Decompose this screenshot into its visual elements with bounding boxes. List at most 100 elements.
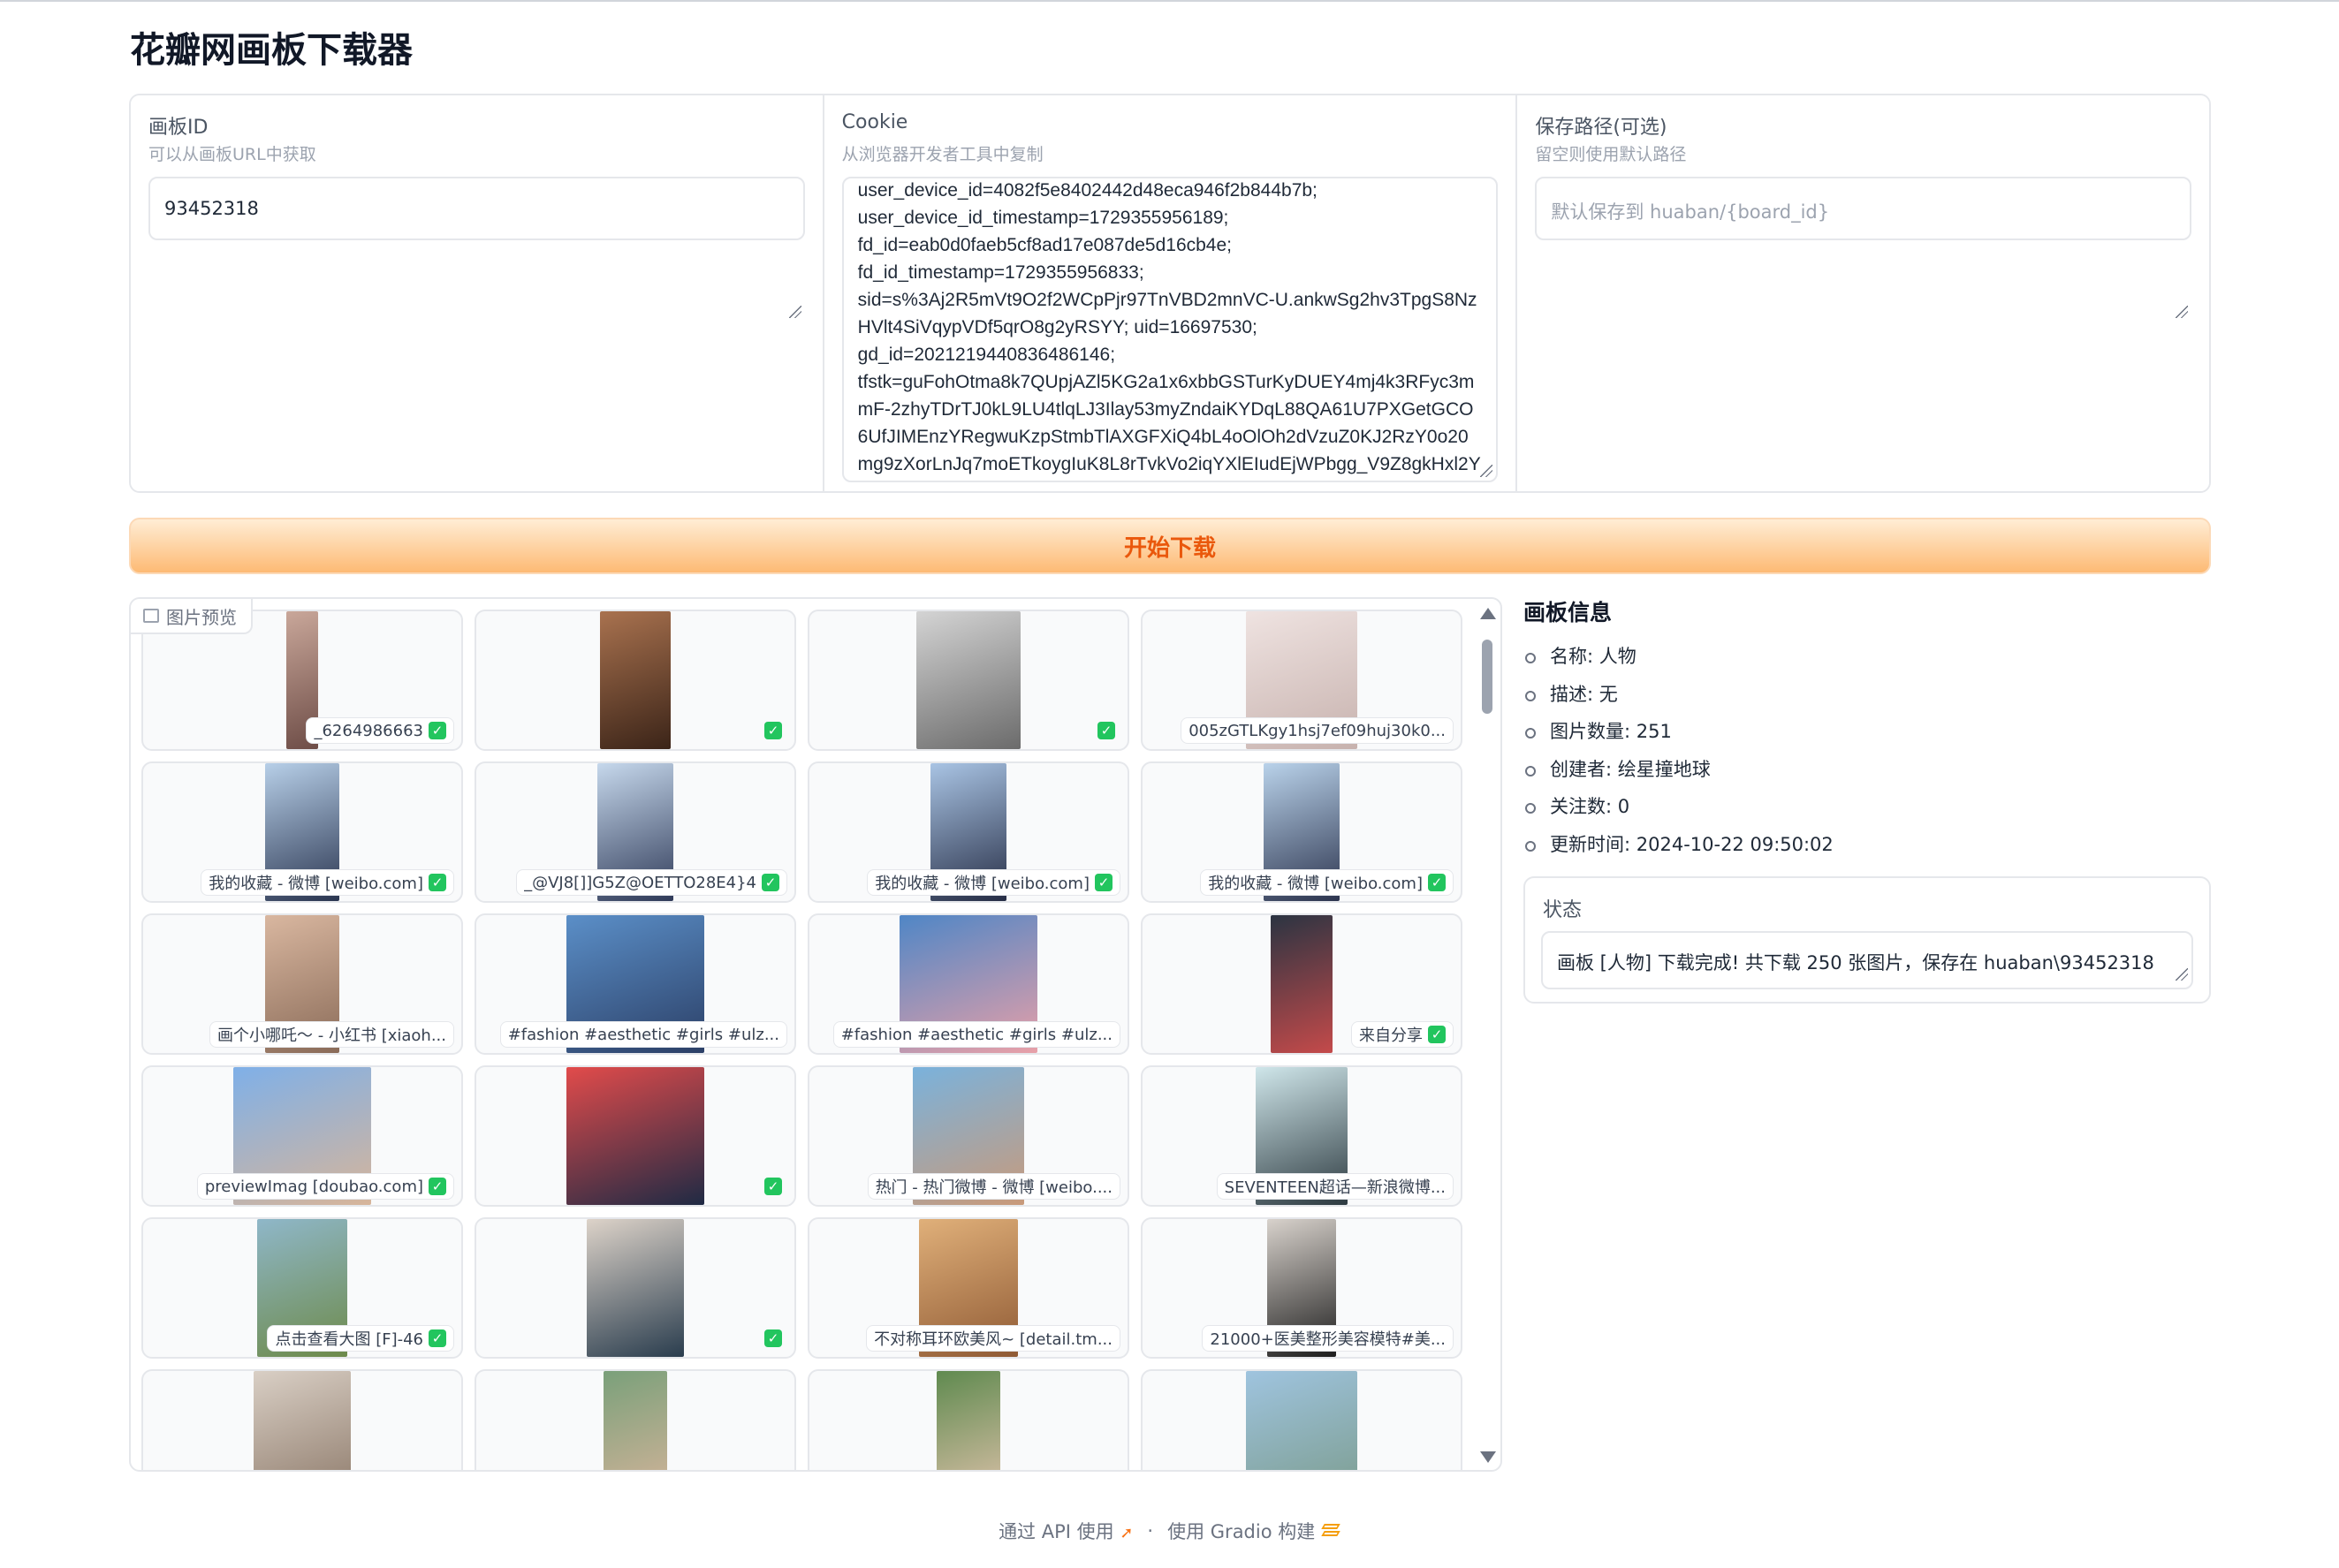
gallery-tile[interactable]: 点击查看大图 [F]-46 ✓ [141,1217,463,1359]
gallery-thumbnail [916,611,1021,749]
info-item-name: 名称: 人物 [1525,638,2209,676]
gallery-tile[interactable]: ✓ [808,610,1129,751]
gallery-tile[interactable]: 不对称耳环欧美风~ [detail.tm... [808,1217,1129,1359]
gradio-link[interactable]: 使用 Gradio 构建 [1167,1518,1340,1544]
checkmark-icon: ✓ [429,1178,446,1195]
gallery-caption-text: previewImag [doubao.com] [204,1177,423,1196]
gallery-tile[interactable]: #fashion #aesthetic #girls #ulz... [475,913,796,1055]
gallery-caption-text: 画个小哪吒～ - 小红书 [xiaoh... [217,1026,446,1045]
status-textbox[interactable]: 画板 [人物] 下载完成! 共下载 250 张图片，保存在 huaban\934… [1541,931,2193,989]
board-id-info: 可以从画板URL中获取 [148,145,316,164]
gallery-tile[interactable] [1141,1369,1462,1470]
gallery-tile[interactable] [475,1369,796,1470]
cookie-info: 从浏览器开发者工具中复制 [841,145,1044,164]
api-link[interactable]: 通过 API 使用 ➚ [999,1518,1133,1544]
gallery-caption-text: 来自分享 [1359,1026,1423,1045]
save-path-resize-handle[interactable] [2176,306,2189,318]
input-row: 画板ID 可以从画板URL中获取 93452318 Cookie 从浏览器开发者… [129,94,2211,493]
gallery-caption: 来自分享 ✓ [1351,1021,1454,1048]
gallery-thumbnail [1246,1371,1357,1470]
cookie-resize-handle[interactable] [1480,465,1493,477]
gallery-scrollbar[interactable] [1477,604,1497,1466]
gallery-tile[interactable]: SEVENTEEN超话—新浪微博... [1141,1065,1462,1207]
image-icon [143,609,159,623]
checkmark-icon: ✓ [764,722,782,739]
board-info-list: 名称: 人物 描述: 无 图片数量: 251 创建者: 绘星撞地球 关注数: 0… [1523,638,2209,863]
save-path-field: 保存路径(可选) 留空则使用默认路径 默认保存到 huaban/{board_i… [1517,95,2209,491]
gallery-caption-text: 我的收藏 - 微博 [weibo.com] [209,875,423,893]
gallery-tile[interactable]: ✓ [475,1217,796,1359]
gallery-caption: 21000+医美整形美容模特#美... [1202,1325,1454,1352]
gallery-caption-text: 不对称耳环欧美风~ [detail.tm... [874,1330,1113,1349]
info-item-description: 描述: 无 [1525,676,2209,714]
gallery-tile[interactable]: ✓ [475,610,796,751]
gallery-caption-text: 21000+医美整形美容模特#美... [1210,1330,1446,1349]
gallery-caption-text: SEVENTEEN超话—新浪微博... [1224,1178,1446,1197]
gallery-tile[interactable]: #fashion #aesthetic #girls #ulz... [808,913,1129,1055]
image-gallery: 图片预览 _6264986663 ✓ ✓ ✓ 005zGTLKgy1hsj7ef09hu… [129,597,1502,1472]
gallery-grid: _6264986663 ✓ ✓ ✓ 005zGTLKgy1hsj7ef09huj30k0… [141,610,1467,1470]
checkmark-icon: ✓ [429,1329,446,1347]
board-id-input[interactable]: 93452318 [148,177,805,240]
gallery-tile[interactable]: 热门 - 热门微博 - 微博 [weibo.... [808,1065,1129,1207]
gallery-label-text: 图片预览 [166,606,237,628]
cookie-textarea[interactable]: user_device_id=4082f5e8402442d48eca946f2… [841,177,1499,482]
gallery-thumbnail [254,1371,351,1470]
gallery-caption: 热门 - 热门微博 - 微博 [weibo.... [867,1173,1120,1200]
gallery-caption: 不对称耳环欧美风~ [detail.tm... [866,1325,1120,1352]
gallery-label: 图片预览 [131,599,253,634]
gallery-caption: #fashion #aesthetic #girls #ulz... [499,1021,787,1048]
gallery-tile[interactable]: 画个小哪吒～ - 小红书 [xiaoh... [141,913,463,1055]
rocket-icon: ➚ [1120,1524,1134,1542]
gallery-tile[interactable]: 我的收藏 - 微博 [weibo.com] ✓ [141,761,463,903]
gradio-link-text: 使用 Gradio 构建 [1167,1521,1316,1542]
save-path-info: 留空则使用默认路径 [1535,145,1687,164]
gallery-caption: 我的收藏 - 微博 [weibo.com] ✓ [867,869,1120,896]
gallery-thumbnail [1271,915,1333,1053]
info-item-image-count: 图片数量: 251 [1525,713,2209,751]
status-resize-handle[interactable] [2176,968,2188,981]
gallery-caption-text: #fashion #aesthetic #girls #ulz... [840,1025,1113,1044]
gallery-thumbnail [566,1067,704,1205]
gallery-tile[interactable]: ✓ [475,1065,796,1207]
gallery-caption: SEVENTEEN超话—新浪微博... [1216,1173,1454,1200]
gallery-caption: _6264986663 ✓ [306,717,454,744]
start-download-button[interactable]: 开始下载 [129,518,2211,574]
status-panel: 状态 画板 [人物] 下载完成! 共下载 250 张图片，保存在 huaban\… [1523,876,2211,1004]
scroll-down-arrow-icon[interactable] [1480,1451,1496,1463]
gallery-tile[interactable]: previewImag [doubao.com] ✓ [141,1065,463,1207]
board-id-field: 画板ID 可以从画板URL中获取 93452318 [131,95,824,491]
gallery-caption: _@VJ8[]]G5Z@OETTO28E4}4 ✓ [516,869,787,896]
gallery-caption: ✓ [759,1173,787,1200]
gallery-tile[interactable] [808,1369,1129,1470]
gallery-tile[interactable]: _@VJ8[]]G5Z@OETTO28E4}4 ✓ [475,761,796,903]
gallery-tile[interactable]: 我的收藏 - 微博 [weibo.com] ✓ [808,761,1129,903]
gallery-tile[interactable] [141,1369,463,1470]
gallery-caption: #fashion #aesthetic #girls #ulz... [832,1021,1120,1048]
gallery-caption-text: 热门 - 热门微博 - 微博 [weibo.... [875,1178,1113,1197]
gallery-caption: 005zGTLKgy1hsj7ef09huj30k0... [1181,717,1454,744]
gallery-tile[interactable]: 我的收藏 - 微博 [weibo.com] ✓ [1141,761,1462,903]
gallery-caption: ✓ [759,1325,787,1352]
scroll-up-arrow-icon[interactable] [1480,608,1496,619]
info-item-creator: 创建者: 绘星撞地球 [1525,751,2209,789]
gallery-caption: 画个小哪吒～ - 小红书 [xiaoh... [209,1021,454,1048]
save-path-label: 保存路径(可选) [1535,117,1667,139]
gallery-caption: ✓ [759,717,787,744]
checkmark-icon: ✓ [1095,874,1113,891]
gallery-caption-text: 点击查看大图 [F]-46 [275,1330,423,1349]
board-id-resize-handle[interactable] [788,306,801,318]
scrollbar-thumb[interactable] [1482,640,1492,714]
info-item-updated: 更新时间: 2024-10-22 09:50:02 [1525,826,2209,864]
gallery-thumbnail [937,1371,1000,1470]
board-info-panel: 画板信息 名称: 人物 描述: 无 图片数量: 251 创建者: 绘星撞地球 关… [1523,594,2209,863]
checkmark-icon: ✓ [1097,722,1115,739]
save-path-input[interactable]: 默认保存到 huaban/{board_id} [1535,177,2192,240]
gallery-tile[interactable]: 21000+医美整形美容模特#美... [1141,1217,1462,1359]
gallery-tile[interactable]: 005zGTLKgy1hsj7ef09huj30k0... [1141,610,1462,751]
checkmark-icon: ✓ [764,1178,782,1195]
checkmark-icon: ✓ [1428,1026,1446,1043]
gallery-tile[interactable]: 来自分享 ✓ [1141,913,1462,1055]
checkmark-icon: ✓ [429,874,446,891]
gallery-caption-text: 我的收藏 - 微博 [weibo.com] [875,875,1090,893]
